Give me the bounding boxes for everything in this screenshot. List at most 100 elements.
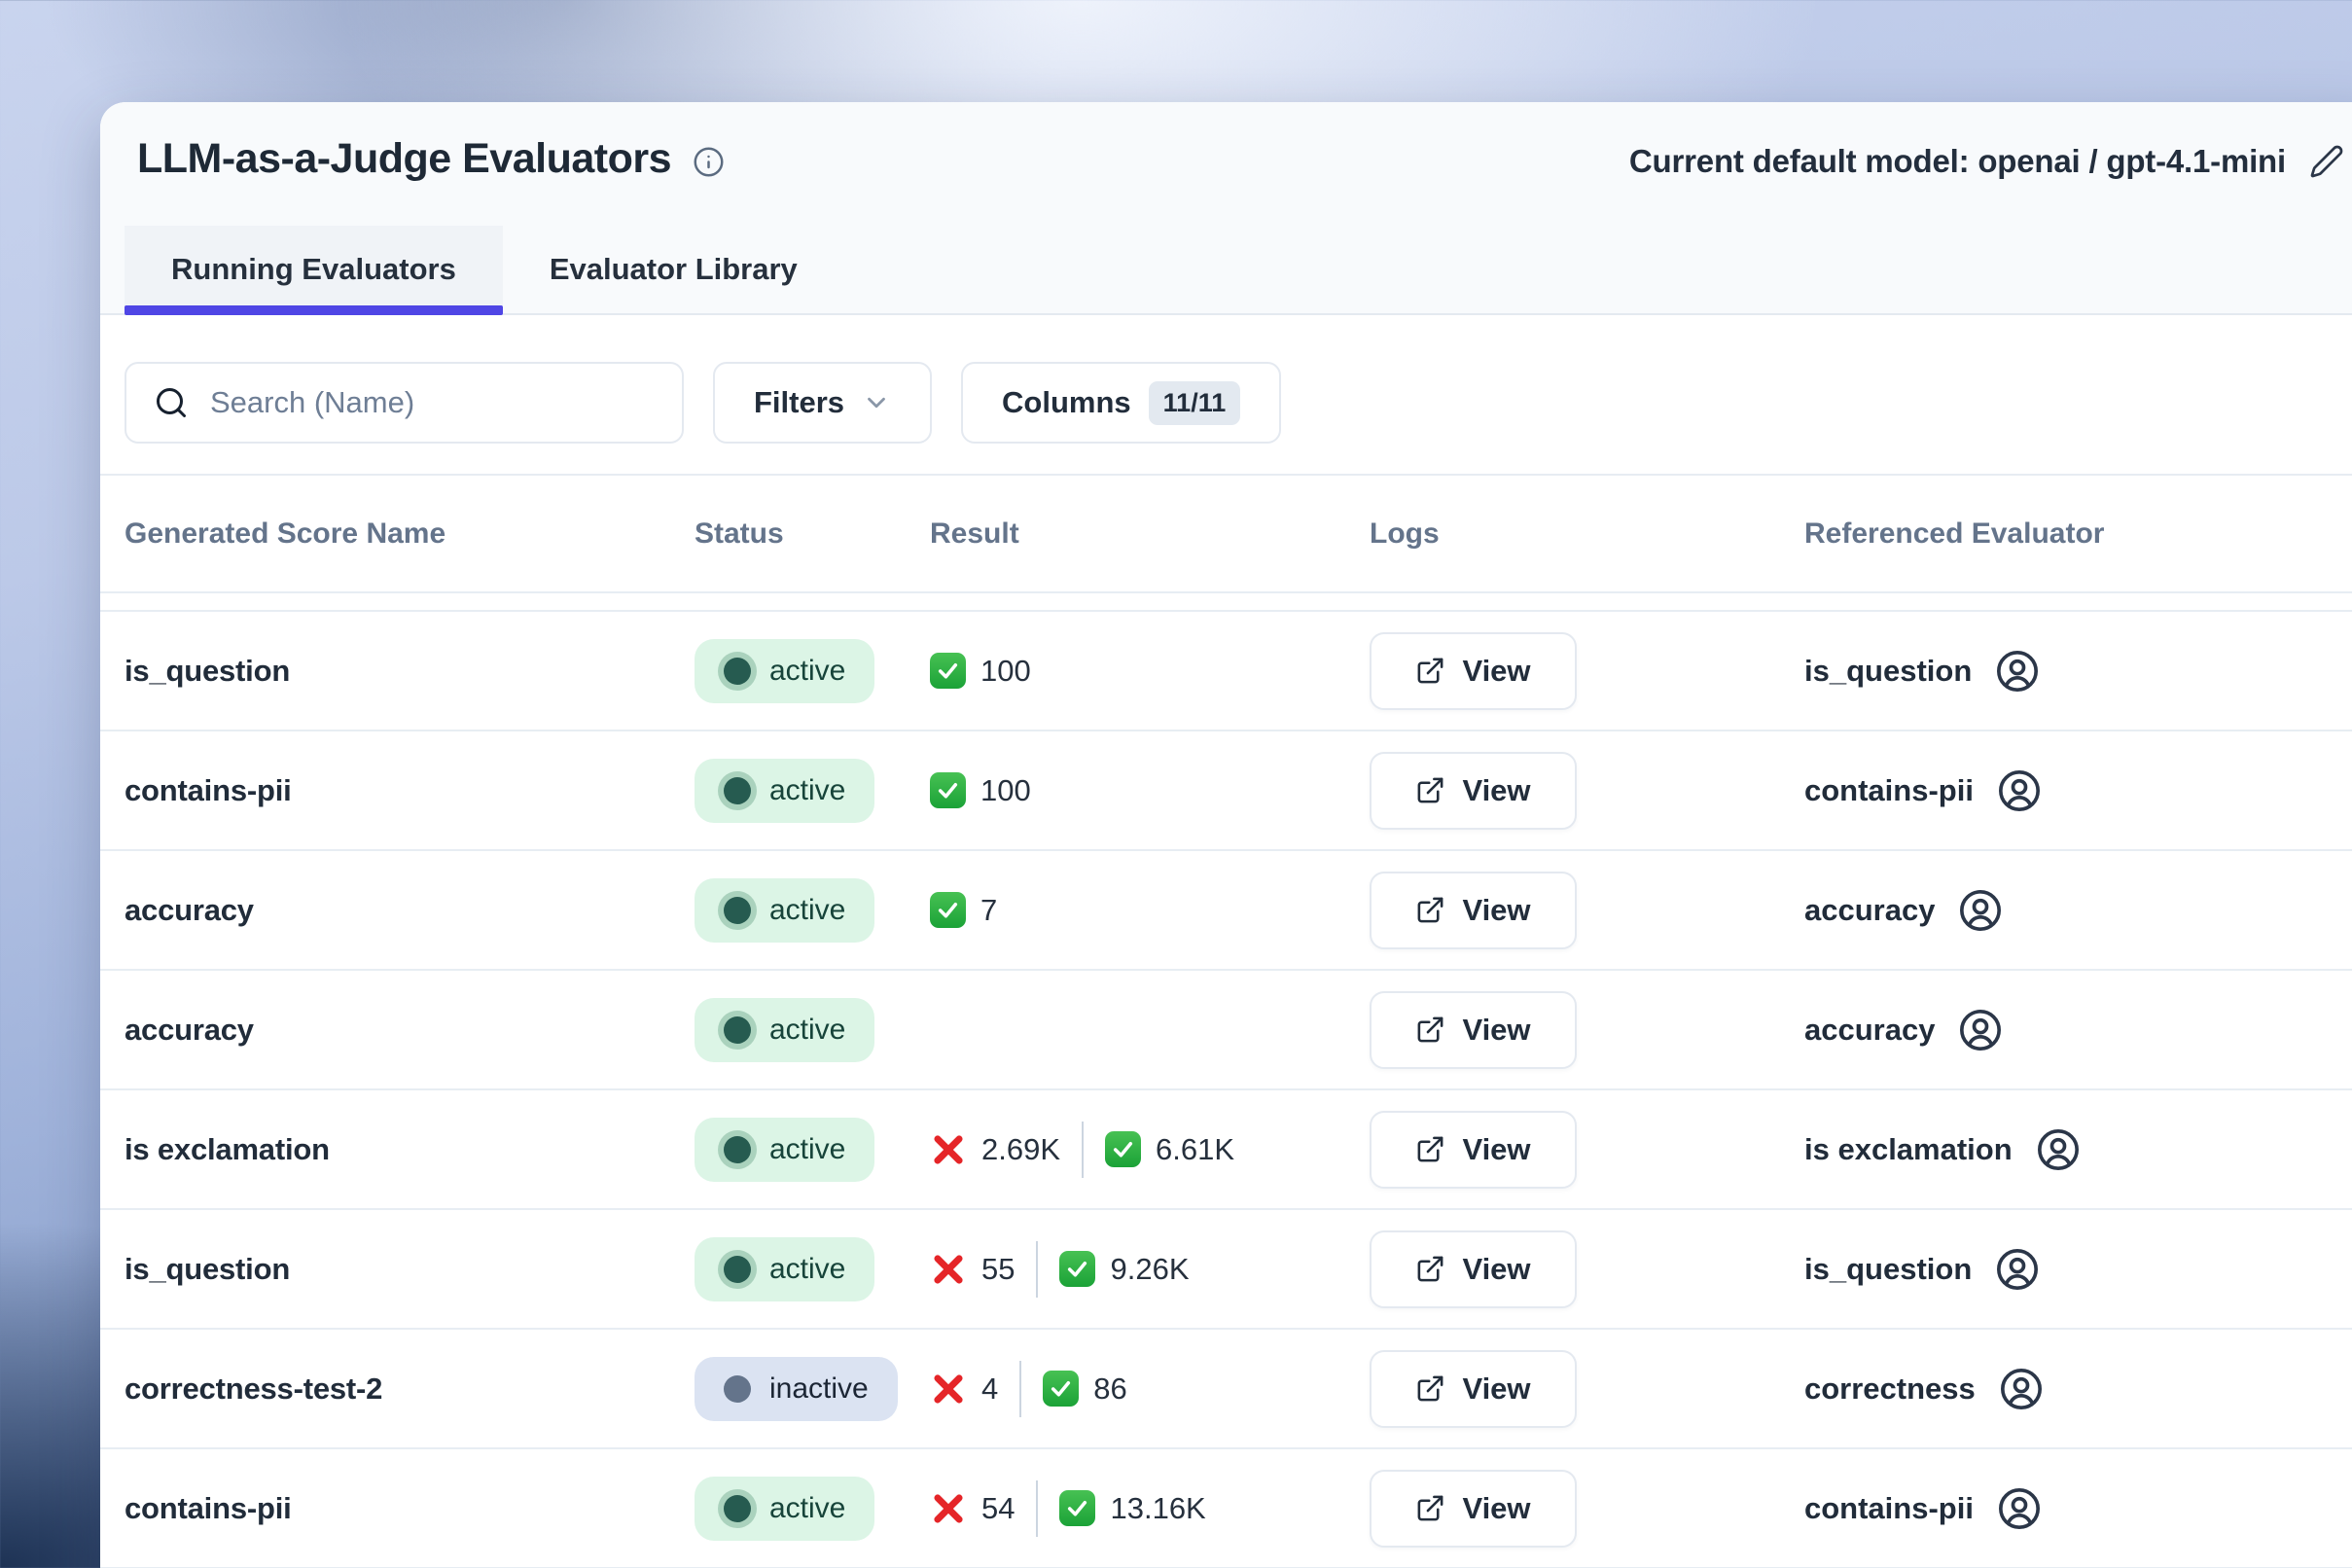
external-link-icon xyxy=(1415,656,1445,686)
column-header-generated-score-name: Generated Score Name xyxy=(125,517,695,551)
view-label: View xyxy=(1462,1252,1530,1287)
panel-header: LLM-as-a-Judge Evaluators Current defaul… xyxy=(100,102,2352,315)
pass-result: 13.16K xyxy=(1059,1490,1205,1526)
pass-result: 100 xyxy=(930,653,1031,689)
table-row[interactable]: contains-pii active 100 View con xyxy=(100,731,2352,851)
check-mark-icon xyxy=(1059,1251,1095,1287)
fail-result: 54 xyxy=(930,1490,1015,1527)
status-label: active xyxy=(769,1014,845,1047)
table-row[interactable]: accuracy active View accuracy xyxy=(100,971,2352,1090)
view-logs-button[interactable]: View xyxy=(1370,1111,1577,1189)
logs-cell: View xyxy=(1370,752,1804,830)
logs-cell: View xyxy=(1370,632,1804,710)
table-row[interactable]: is_question active 55 9.26K Vie xyxy=(100,1210,2352,1330)
fail-count: 55 xyxy=(981,1252,1015,1287)
info-icon[interactable] xyxy=(693,146,725,178)
view-logs-button[interactable]: View xyxy=(1370,991,1577,1069)
result-cell: 4 86 xyxy=(930,1361,1370,1417)
view-logs-button[interactable]: View xyxy=(1370,1350,1577,1428)
external-link-icon xyxy=(1415,1134,1445,1164)
referenced-evaluator-cell: accuracy xyxy=(1804,888,2352,933)
table-row[interactable]: contains-pii active 54 13.16K V xyxy=(100,1449,2352,1568)
fail-result: 55 xyxy=(930,1251,1015,1288)
logs-cell: View xyxy=(1370,1111,1804,1189)
tab-evaluator-library[interactable]: Evaluator Library xyxy=(503,226,844,313)
status-dot-icon xyxy=(724,658,751,685)
cross-mark-icon xyxy=(930,1251,967,1288)
cross-mark-icon xyxy=(930,1371,967,1408)
referenced-evaluator-cell: is_question xyxy=(1804,1247,2352,1292)
search-box[interactable] xyxy=(125,362,684,444)
edit-model-icon[interactable] xyxy=(2309,144,2344,179)
status-dot-icon xyxy=(724,777,751,804)
view-logs-button[interactable]: View xyxy=(1370,632,1577,710)
pass-count: 100 xyxy=(980,654,1031,689)
user-circle-icon xyxy=(2036,1127,2081,1172)
pass-count: 6.61K xyxy=(1156,1132,1234,1167)
pass-result: 86 xyxy=(1043,1371,1126,1407)
external-link-icon xyxy=(1415,1015,1445,1045)
fail-count: 54 xyxy=(981,1491,1015,1526)
referenced-evaluator-cell: is_question xyxy=(1804,649,2352,694)
status-dot-icon xyxy=(724,1136,751,1163)
logs-cell: View xyxy=(1370,991,1804,1069)
table-row[interactable]: correctness-test-2 inactive 4 86 xyxy=(100,1330,2352,1449)
status-label: active xyxy=(769,1492,845,1525)
status-badge: active xyxy=(695,998,874,1062)
filters-label: Filters xyxy=(754,385,844,420)
view-logs-button[interactable]: View xyxy=(1370,1470,1577,1548)
tab-running-evaluators[interactable]: Running Evaluators xyxy=(125,226,503,313)
pass-count: 13.16K xyxy=(1110,1491,1205,1526)
pass-count: 9.26K xyxy=(1110,1252,1189,1287)
status-cell: active xyxy=(695,878,930,943)
fail-result: 2.69K xyxy=(930,1131,1060,1168)
view-label: View xyxy=(1462,1013,1530,1048)
status-badge: inactive xyxy=(695,1357,898,1421)
logs-cell: View xyxy=(1370,1230,1804,1308)
pass-result: 7 xyxy=(930,892,997,928)
user-circle-icon xyxy=(1958,1008,2003,1052)
chevron-down-icon xyxy=(862,388,891,417)
generated-score-name: contains-pii xyxy=(125,1491,695,1526)
external-link-icon xyxy=(1415,895,1445,925)
pass-count: 86 xyxy=(1093,1372,1126,1407)
column-header-result: Result xyxy=(930,517,1370,551)
pass-result: 100 xyxy=(930,772,1031,808)
search-icon xyxy=(154,385,189,420)
table-row[interactable]: is exclamation active 2.69K 6.61K xyxy=(100,1090,2352,1210)
columns-button[interactable]: Columns 11/11 xyxy=(961,362,1281,444)
view-logs-button[interactable]: View xyxy=(1370,1230,1577,1308)
fail-count: 2.69K xyxy=(981,1132,1060,1167)
view-logs-button[interactable]: View xyxy=(1370,872,1577,949)
status-badge: active xyxy=(695,1477,874,1541)
status-cell: active xyxy=(695,1237,930,1301)
referenced-evaluator-cell: accuracy xyxy=(1804,1008,2352,1052)
status-label: active xyxy=(769,774,845,807)
view-label: View xyxy=(1462,1132,1530,1167)
status-cell: active xyxy=(695,1477,930,1541)
logs-cell: View xyxy=(1370,1470,1804,1548)
check-mark-icon xyxy=(1105,1131,1141,1167)
result-cell: 100 xyxy=(930,772,1370,808)
referenced-evaluator-cell: contains-pii xyxy=(1804,1486,2352,1531)
external-link-icon xyxy=(1415,1373,1445,1404)
result-divider xyxy=(1036,1480,1038,1537)
filters-button[interactable]: Filters xyxy=(713,362,932,444)
referenced-evaluator-name: accuracy xyxy=(1804,893,1935,928)
status-badge: active xyxy=(695,1118,874,1182)
table-row[interactable]: is_question active 100 View is_q xyxy=(100,612,2352,731)
view-logs-button[interactable]: View xyxy=(1370,752,1577,830)
status-badge: active xyxy=(695,759,874,823)
status-badge: active xyxy=(695,878,874,943)
generated-score-name: is_question xyxy=(125,654,695,689)
cross-mark-icon xyxy=(930,1131,967,1168)
fail-result: 4 xyxy=(930,1371,998,1408)
view-label: View xyxy=(1462,893,1530,928)
user-circle-icon xyxy=(1995,649,2040,694)
table-row[interactable]: accuracy active 7 View accuracy xyxy=(100,851,2352,971)
default-model-label: Current default model: openai / gpt-4.1-… xyxy=(1629,143,2286,180)
generated-score-name: contains-pii xyxy=(125,773,695,808)
external-link-icon xyxy=(1415,775,1445,805)
check-mark-icon xyxy=(930,892,966,928)
search-input[interactable] xyxy=(210,385,655,420)
